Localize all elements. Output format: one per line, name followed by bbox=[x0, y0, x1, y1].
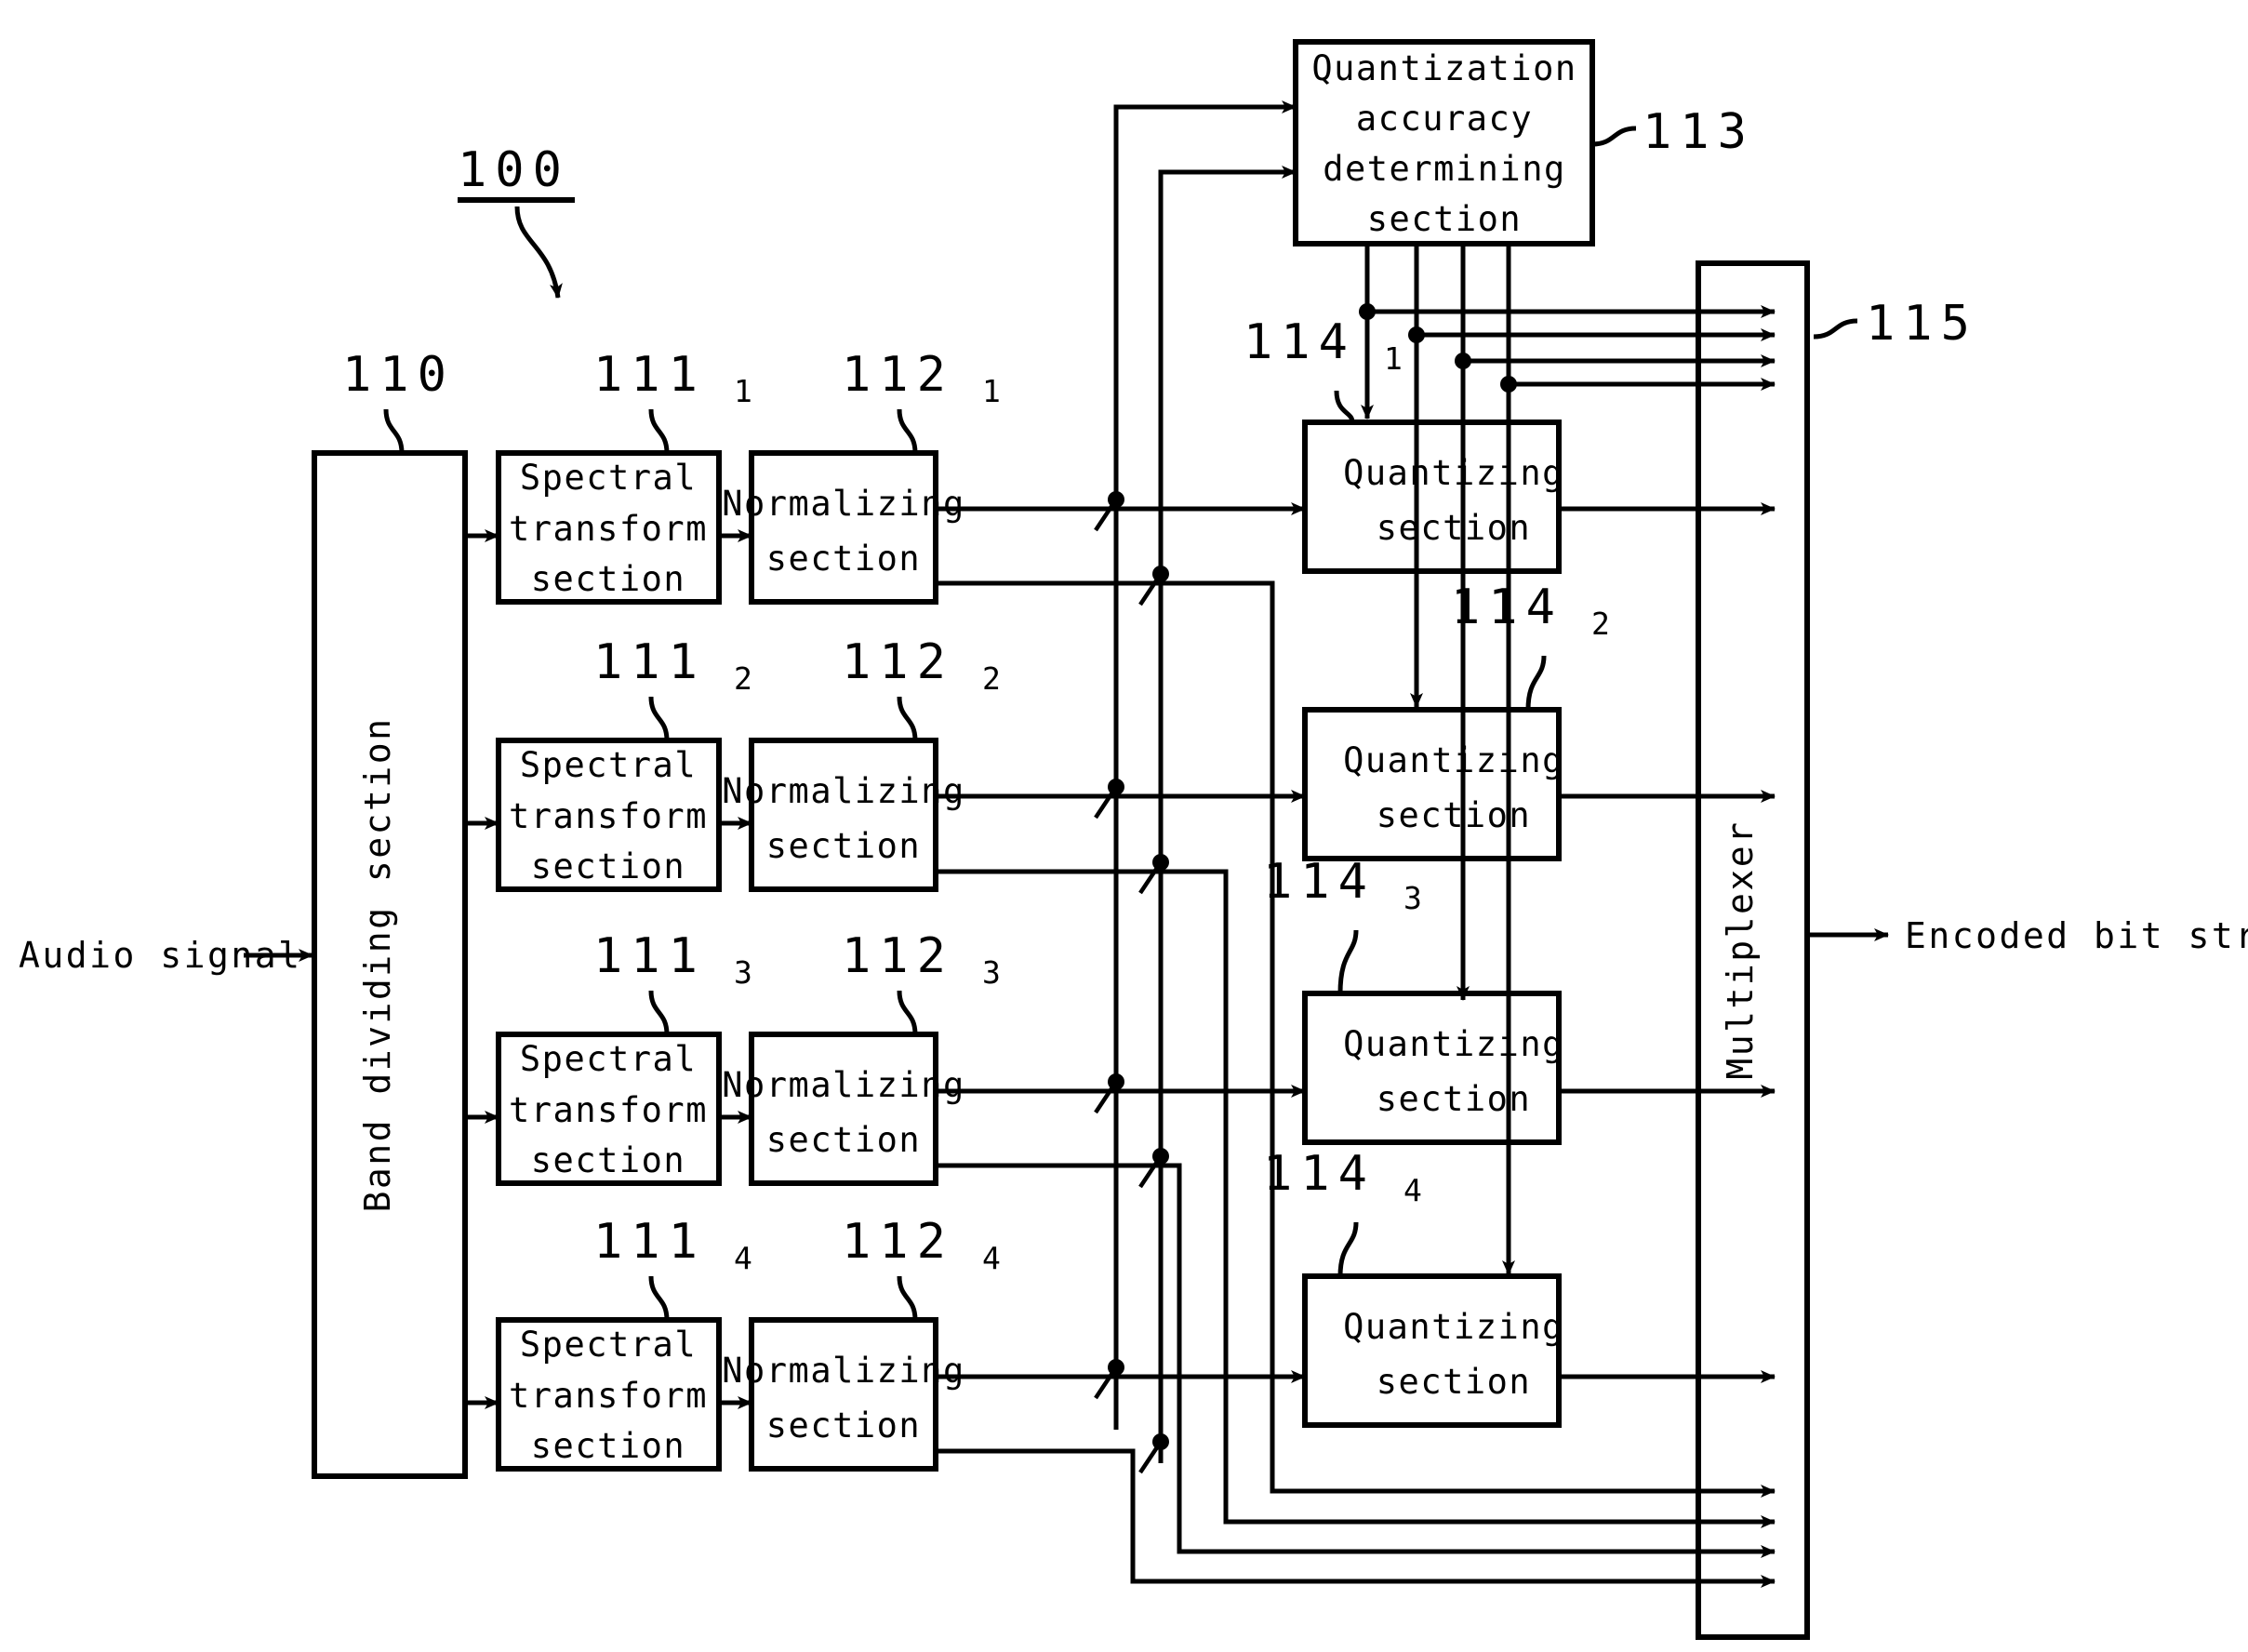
quantizing-1-line-1: Quantizing bbox=[1343, 453, 1564, 493]
ref-112-2: 112 bbox=[842, 634, 954, 690]
group-normalizing-2: Normalizing section 112 2 bbox=[722, 634, 1001, 866]
ref-112-3: 112 bbox=[842, 928, 954, 984]
spectral-4-line-3: section bbox=[531, 1426, 685, 1466]
ref-111-3-sub: 3 bbox=[734, 954, 752, 991]
ref-100: 100 bbox=[458, 142, 570, 198]
ref-112-4-sub: 4 bbox=[982, 1240, 1001, 1276]
group-spectral-1: Spectral transform section 111 1 bbox=[509, 347, 752, 599]
group-quantizing-4: Quantizing section 114 4 bbox=[1263, 1146, 1564, 1402]
spectral-4-line-2: transform bbox=[509, 1376, 708, 1416]
quant-accuracy-line-3: determining bbox=[1323, 149, 1566, 189]
block-label-band-dividing: Band dividing section bbox=[357, 717, 398, 1213]
group-normalizing-1: Normalizing section 112 1 bbox=[722, 347, 1001, 579]
group-normalizing-4: Normalizing section 112 4 bbox=[722, 1214, 1001, 1446]
normalizing-3-line-1: Normalizing bbox=[722, 1065, 965, 1105]
group-normalizing-3: Normalizing section 112 3 bbox=[722, 928, 1001, 1160]
ref-114-1: 114 bbox=[1244, 314, 1356, 370]
quantizing-4-line-1: Quantizing bbox=[1343, 1307, 1564, 1347]
spectral-1-line-1: Spectral bbox=[520, 458, 697, 498]
normalizing-3-line-2: section bbox=[766, 1120, 921, 1160]
quantizing-2-line-1: Quantizing bbox=[1343, 740, 1564, 780]
group-spectral-3: Spectral transform section 111 3 bbox=[509, 928, 752, 1180]
normalizing-2-line-1: Normalizing bbox=[722, 771, 965, 811]
ref-114-3-sub: 3 bbox=[1403, 880, 1422, 916]
ref-112-3-sub: 3 bbox=[982, 954, 1001, 991]
group-quantizing-3: Quantizing section 114 3 bbox=[1263, 854, 1564, 1119]
output-label-encoded-bit-stream: Encoded bit stream bbox=[1905, 915, 2248, 956]
quantizing-1-line-2: section bbox=[1377, 508, 1531, 548]
ref-112-2-sub: 2 bbox=[982, 660, 1001, 697]
patent-figure-canvas: 100 Audio signal Encoded bit stream Band… bbox=[0, 0, 2248, 1652]
ref-114-1-sub: 1 bbox=[1384, 340, 1403, 377]
ref-112-1: 112 bbox=[842, 347, 954, 403]
ref-111-4: 111 bbox=[593, 1214, 706, 1270]
spectral-2-line-1: Spectral bbox=[520, 745, 697, 785]
spectral-4-line-1: Spectral bbox=[520, 1325, 697, 1365]
ref-111-3: 111 bbox=[593, 928, 706, 984]
ref-115: 115 bbox=[1866, 296, 1978, 352]
ref-111-2: 111 bbox=[593, 634, 706, 690]
quantizing-3-line-1: Quantizing bbox=[1343, 1024, 1564, 1064]
ref-110: 110 bbox=[342, 347, 455, 403]
group-spectral-4: Spectral transform section 111 4 bbox=[509, 1214, 752, 1466]
spectral-3-line-2: transform bbox=[509, 1090, 708, 1130]
spectral-3-line-1: Spectral bbox=[520, 1039, 697, 1079]
ref-112-1-sub: 1 bbox=[982, 373, 1001, 409]
ref-111-4-sub: 4 bbox=[734, 1240, 752, 1276]
normalizing-4-line-1: Normalizing bbox=[722, 1351, 965, 1391]
spectral-1-line-3: section bbox=[531, 559, 685, 599]
quant-accuracy-line-1: Quantization bbox=[1311, 48, 1576, 88]
ref-112-4: 112 bbox=[842, 1214, 954, 1270]
normalizing-2-line-2: section bbox=[766, 826, 921, 866]
quant-accuracy-line-2: accuracy bbox=[1356, 99, 1533, 139]
quant-accuracy-line-4: section bbox=[1367, 199, 1522, 239]
block-label-multiplexer: Multiplexer bbox=[1720, 819, 1761, 1079]
ref-114-2: 114 bbox=[1451, 580, 1563, 635]
spectral-2-line-2: transform bbox=[509, 796, 708, 836]
group-quantizing-1: Quantizing section 114 1 bbox=[1244, 314, 1564, 548]
group-quantizing-2: Quantizing section 114 2 bbox=[1343, 580, 1610, 835]
group-quantization-accuracy: Quantization accuracy determining sectio… bbox=[1311, 48, 1755, 239]
spectral-1-line-2: transform bbox=[509, 509, 708, 549]
quantizing-3-line-2: section bbox=[1377, 1079, 1531, 1119]
ref-111-1: 111 bbox=[593, 347, 706, 403]
ref-114-4: 114 bbox=[1263, 1146, 1376, 1202]
ref-113: 113 bbox=[1643, 104, 1755, 160]
normalizing-1-line-1: Normalizing bbox=[722, 484, 965, 524]
ref-114-3: 114 bbox=[1263, 854, 1376, 910]
input-label-audio-signal: Audio signal bbox=[19, 935, 302, 976]
spectral-2-line-3: section bbox=[531, 846, 685, 886]
normalizing-1-line-2: section bbox=[766, 539, 921, 579]
ref-114-4-sub: 4 bbox=[1403, 1172, 1422, 1208]
ref-114-2-sub: 2 bbox=[1591, 606, 1610, 642]
quantizing-4-line-2: section bbox=[1377, 1362, 1531, 1402]
quantizing-2-line-2: section bbox=[1377, 795, 1531, 835]
labels-layer: 100 Audio signal Encoded bit stream Band… bbox=[19, 48, 2248, 1466]
group-spectral-2: Spectral transform section 111 2 bbox=[509, 634, 752, 886]
ref-111-1-sub: 1 bbox=[734, 373, 752, 409]
spectral-3-line-3: section bbox=[531, 1140, 685, 1180]
ref-111-2-sub: 2 bbox=[734, 660, 752, 697]
normalizing-4-line-2: section bbox=[766, 1406, 921, 1446]
